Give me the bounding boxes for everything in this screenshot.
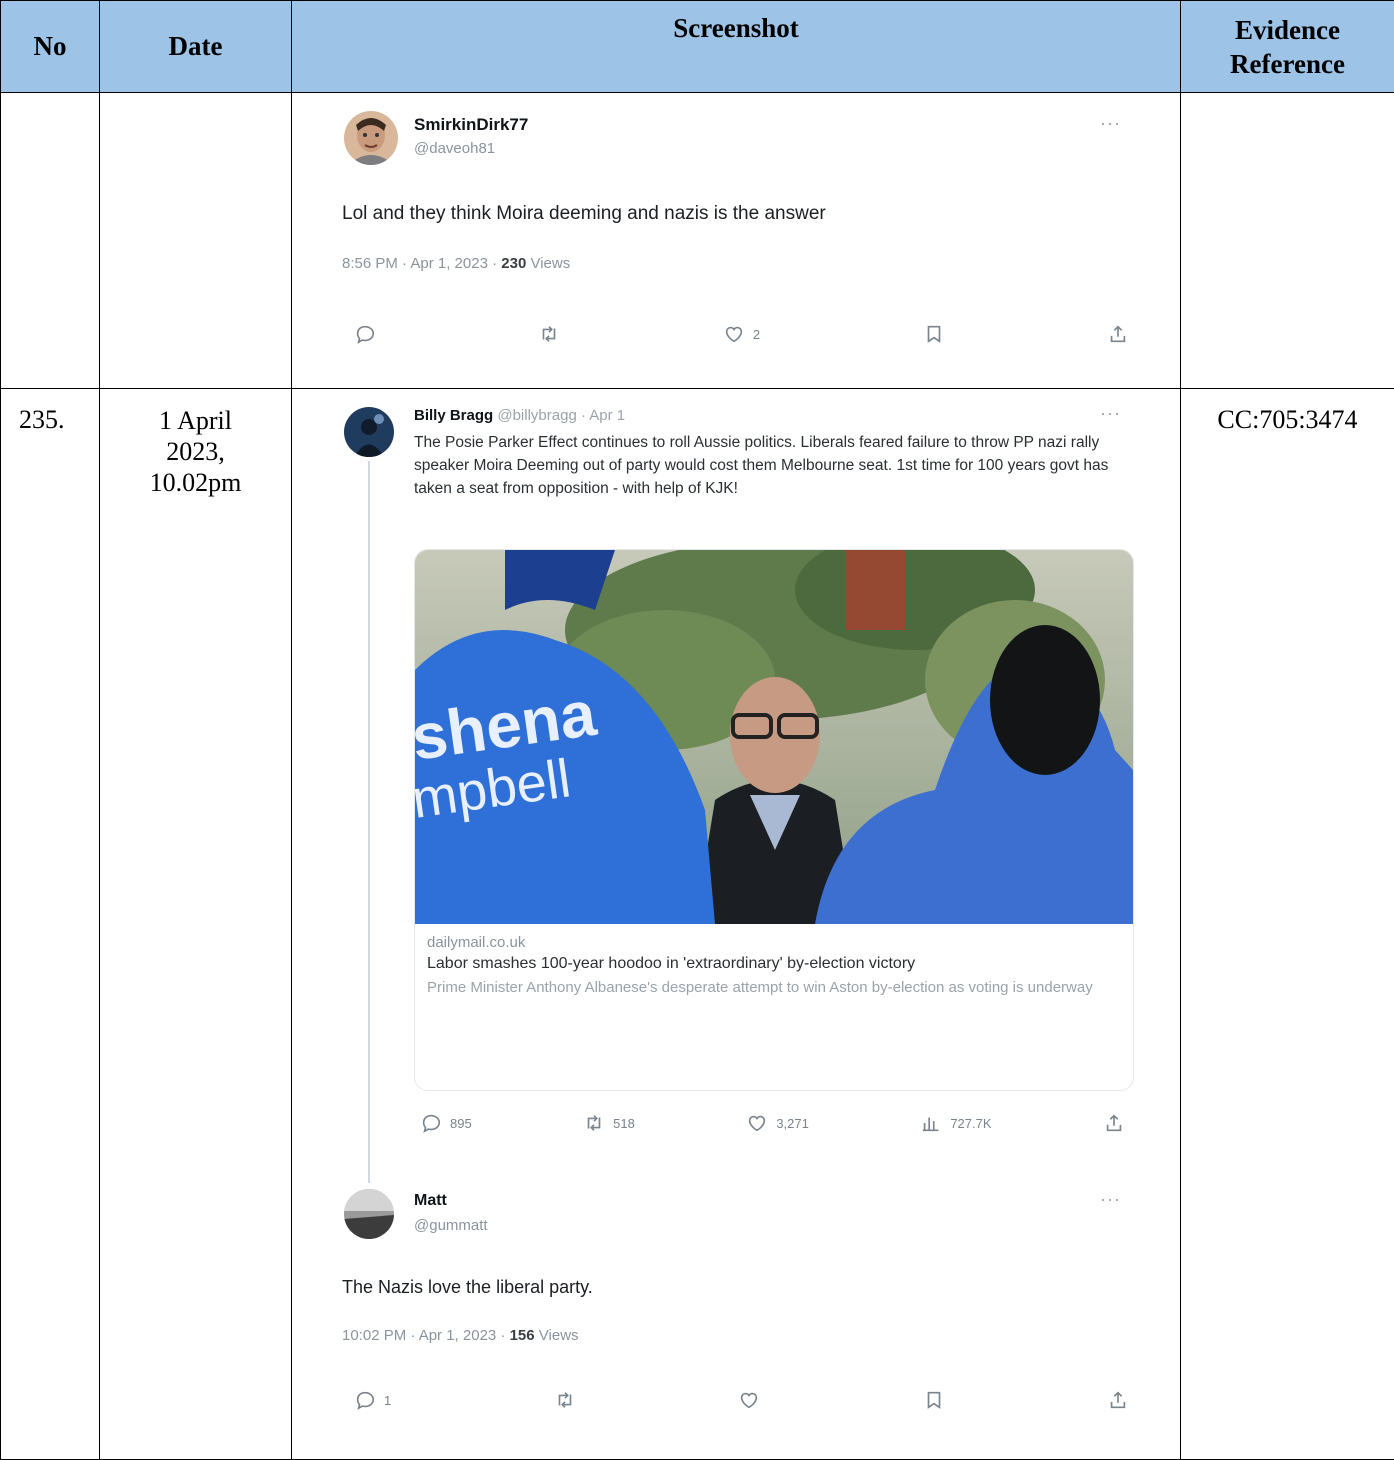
share-icon <box>1107 1389 1129 1411</box>
tweet-text: Lol and they think Moira deeming and naz… <box>342 203 826 225</box>
row-number: 235. <box>1 389 100 1460</box>
tweet-timestamp: 10:02 PM · Apr 1, 2023 · 156 Views <box>342 1327 579 1344</box>
reply-count: 1 <box>384 1393 391 1408</box>
card-title: Labor smashes 100-year hoodoo in 'extrao… <box>415 951 1133 973</box>
avatar <box>344 407 394 457</box>
more-options-icon[interactable]: ··· <box>1100 113 1121 134</box>
display-name[interactable]: Matt <box>414 1192 447 1210</box>
link-card[interactable]: shena mpbell dailymail.co.uk Labor smash… <box>414 549 1134 1091</box>
row-reference <box>1181 93 1394 389</box>
avatar <box>344 1189 394 1239</box>
bookmark-icon <box>923 323 945 345</box>
tweet-actions: 1 <box>354 1389 1129 1411</box>
reply-icon <box>354 1389 376 1411</box>
retweet-count: 518 <box>613 1116 635 1131</box>
reply-icon <box>354 323 376 345</box>
header-row: No Date Screenshot Evidence Reference <box>1 1 1394 93</box>
like-count: 3,271 <box>776 1116 809 1131</box>
bar-chart-icon <box>920 1112 942 1134</box>
row-number <box>1 93 100 389</box>
more-options-icon[interactable]: ··· <box>1100 1189 1121 1210</box>
share-icon <box>1107 323 1129 345</box>
row-date <box>100 93 292 389</box>
like-button[interactable]: 3,271 <box>746 1112 809 1134</box>
news-photo: shena mpbell <box>415 550 1133 924</box>
tweet-smirkindirk: SmirkinDirk77 @daveoh81 ··· Lol and they… <box>292 93 1180 388</box>
evidence-table: No Date Screenshot Evidence Reference <box>0 0 1394 1460</box>
heart-icon <box>723 323 745 345</box>
views-button[interactable]: 727.7K <box>920 1112 991 1134</box>
display-name[interactable]: Billy Bragg <box>414 407 493 424</box>
more-options-icon[interactable]: ··· <box>1100 403 1121 424</box>
reply-icon <box>420 1112 442 1134</box>
tweet-actions: 895 518 3,271 727.7K <box>420 1112 1125 1134</box>
view-count: 727.7K <box>950 1116 991 1131</box>
view-count: 156 <box>510 1327 535 1344</box>
retweet-icon <box>554 1389 576 1411</box>
tweet-timestamp: 8:56 PM · Apr 1, 2023 · 230 Views <box>342 255 570 272</box>
retweet-button[interactable] <box>554 1389 576 1411</box>
tweet-thread: Billy Bragg @billybragg · Apr 1 ··· The … <box>292 389 1180 1459</box>
share-button[interactable] <box>1107 323 1129 345</box>
reply-button[interactable]: 1 <box>354 1389 391 1411</box>
like-count: 2 <box>753 327 760 342</box>
header-evidence-reference: Evidence Reference <box>1181 1 1394 93</box>
like-button[interactable] <box>738 1389 760 1411</box>
tweet-header: Billy Bragg @billybragg · Apr 1 <box>414 407 625 424</box>
share-button[interactable] <box>1103 1112 1125 1134</box>
retweet-button[interactable]: 518 <box>583 1112 635 1134</box>
header-no: No <box>1 1 100 93</box>
row-reference: CC:705:3474 <box>1181 389 1394 1460</box>
user-handle[interactable]: @billybragg · Apr 1 <box>493 407 625 424</box>
tweet-actions: 2 <box>354 323 1129 345</box>
share-button[interactable] <box>1107 1389 1129 1411</box>
view-count: 230 <box>501 255 526 272</box>
avatar <box>344 111 398 165</box>
screenshot-cell: SmirkinDirk77 @daveoh81 ··· Lol and they… <box>292 93 1181 389</box>
tweet-text: The Nazis love the liberal party. <box>342 1277 593 1298</box>
table-row: 235. 1 April 2023, 10.02pm Billy Bragg @… <box>1 389 1394 1460</box>
header-screenshot: Screenshot <box>292 1 1181 93</box>
user-handle[interactable]: @daveoh81 <box>414 140 495 157</box>
retweet-icon <box>583 1112 605 1134</box>
reply-button[interactable] <box>354 323 376 345</box>
like-button[interactable]: 2 <box>723 323 760 345</box>
display-name[interactable]: SmirkinDirk77 <box>414 115 528 135</box>
retweet-button[interactable] <box>538 323 560 345</box>
card-description: Prime Minister Anthony Albanese's desper… <box>415 973 1133 999</box>
user-handle[interactable]: @gummatt <box>414 1217 488 1234</box>
retweet-icon <box>538 323 560 345</box>
reply-button[interactable]: 895 <box>420 1112 472 1134</box>
header-date: Date <box>100 1 292 93</box>
screenshot-cell: Billy Bragg @billybragg · Apr 1 ··· The … <box>292 389 1181 1460</box>
card-domain: dailymail.co.uk <box>415 924 1133 951</box>
bookmark-button[interactable] <box>923 1389 945 1411</box>
share-icon <box>1103 1112 1125 1134</box>
thread-line <box>368 461 370 1183</box>
bookmark-icon <box>923 1389 945 1411</box>
bookmark-button[interactable] <box>923 323 945 345</box>
row-date: 1 April 2023, 10.02pm <box>100 389 292 1460</box>
table-row: SmirkinDirk77 @daveoh81 ··· Lol and they… <box>1 93 1394 389</box>
reply-count: 895 <box>450 1116 472 1131</box>
heart-icon <box>746 1112 768 1134</box>
tweet-text: The Posie Parker Effect continues to rol… <box>414 431 1114 500</box>
heart-icon <box>738 1389 760 1411</box>
